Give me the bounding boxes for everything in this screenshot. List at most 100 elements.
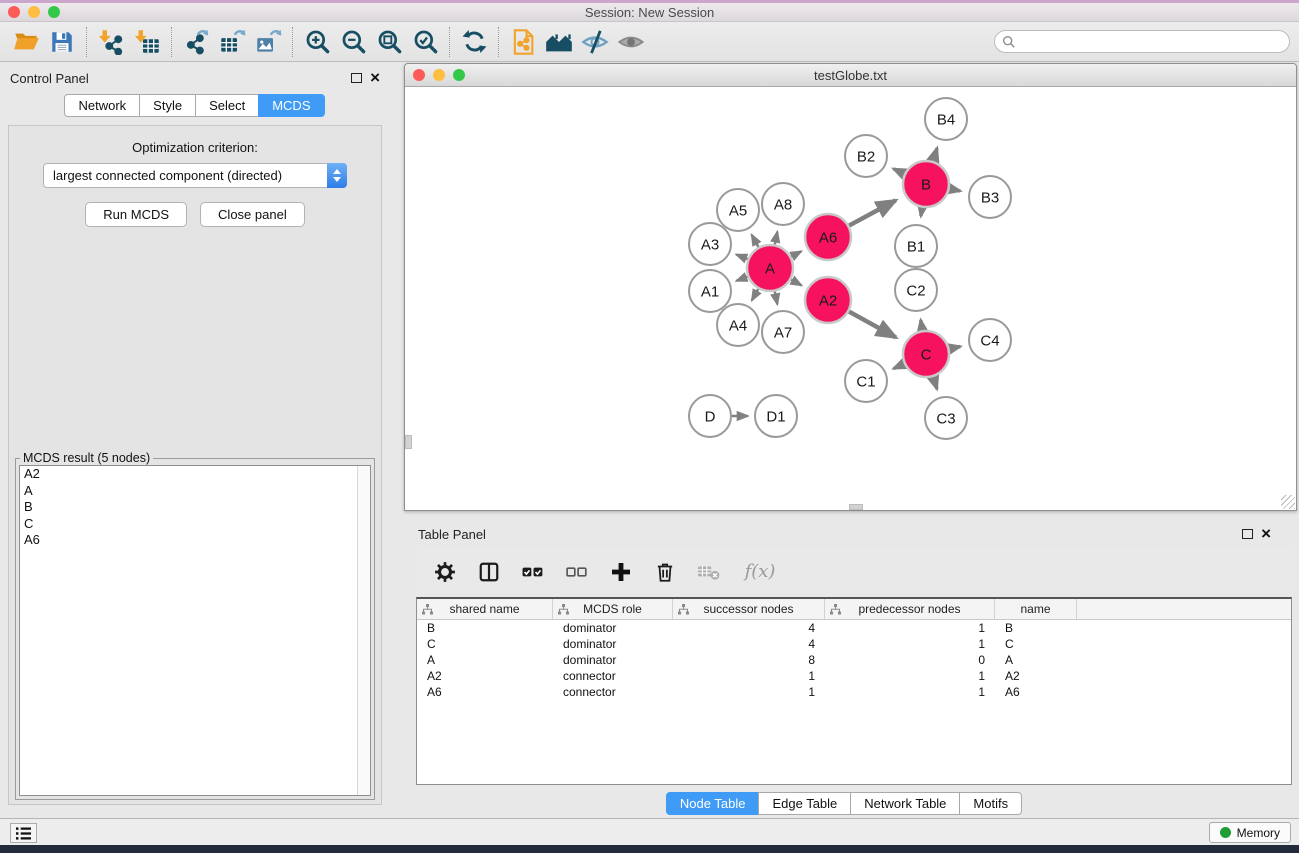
network-edge-A-A3[interactable]: [736, 254, 747, 259]
network-edge-B-B2[interactable]: [894, 169, 905, 174]
run-mcds-button[interactable]: Run MCDS: [85, 202, 187, 227]
tab-style[interactable]: Style: [139, 94, 196, 117]
task-history-button[interactable]: [10, 823, 37, 843]
tab-network-table[interactable]: Network Table: [850, 792, 960, 815]
mcds-result-item[interactable]: C: [20, 516, 370, 533]
mcds-result-item[interactable]: A6: [20, 532, 370, 549]
optimization-criterion-label: Optimization criterion:: [9, 140, 381, 155]
node-label-A6: A6: [819, 230, 837, 247]
delete-table-button[interactable]: [694, 557, 724, 587]
table-row[interactable]: A2connector11A2: [417, 668, 1291, 684]
network-window-titlebar[interactable]: testGlobe.txt: [405, 64, 1296, 87]
node-label-A1: A1: [701, 284, 719, 301]
refresh-button[interactable]: [456, 25, 492, 59]
show-hide-button[interactable]: [613, 25, 649, 59]
open-file-button[interactable]: [8, 25, 44, 59]
unselect-all-button[interactable]: [562, 557, 592, 587]
float-table-panel-icon[interactable]: [1242, 529, 1253, 539]
export-network-button[interactable]: [178, 25, 214, 59]
network-edge-B-B4[interactable]: [933, 148, 937, 161]
import-network-button[interactable]: [93, 25, 129, 59]
network-edge-A-A7[interactable]: [775, 292, 778, 305]
tab-motifs[interactable]: Motifs: [959, 792, 1022, 815]
column-header-predecessor-nodes[interactable]: predecessor nodes: [825, 599, 995, 619]
import-table-button[interactable]: [129, 25, 165, 59]
resize-grip-icon[interactable]: [1281, 495, 1295, 509]
export-image-button[interactable]: [250, 25, 286, 59]
search-icon: [1002, 35, 1016, 49]
network-canvas[interactable]: B4B2BB3A8A5A6A3B1AA1C2A2A4A7C4CC1C3DD1: [405, 87, 1296, 510]
node-label-C2: C2: [906, 283, 925, 300]
select-all-button[interactable]: [518, 557, 548, 587]
network-edge-C-C1[interactable]: [894, 364, 904, 369]
function-builder-button[interactable]: f(x): [738, 557, 782, 587]
close-table-panel-icon[interactable]: ×: [1261, 529, 1271, 539]
node-label-B1: B1: [907, 239, 925, 256]
mcds-result-item[interactable]: A2: [20, 466, 370, 483]
table-settings-button[interactable]: [430, 557, 460, 587]
table-header-row: shared nameMCDS rolesuccessor nodesprede…: [417, 599, 1291, 620]
zoom-selected-button[interactable]: [407, 25, 443, 59]
horizontal-scroll-indicator[interactable]: [849, 504, 863, 510]
table-cell: 8: [673, 652, 825, 668]
table-row[interactable]: Bdominator41B: [417, 620, 1291, 636]
split-view-button[interactable]: [474, 557, 504, 587]
table-cell: 0: [825, 652, 995, 668]
network-edge-B-B1[interactable]: [921, 208, 922, 216]
import-network-icon: [98, 28, 125, 55]
table-row[interactable]: Adominator80A: [417, 652, 1291, 668]
tab-network[interactable]: Network: [64, 94, 140, 117]
float-panel-icon[interactable]: [351, 73, 362, 83]
scrollbar-track[interactable]: [357, 466, 370, 795]
network-window-title: testGlobe.txt: [405, 68, 1296, 83]
network-edge-C-C2[interactable]: [921, 320, 923, 330]
close-panel-icon[interactable]: ×: [370, 73, 380, 83]
close-panel-button[interactable]: Close panel: [200, 202, 305, 227]
network-edge-C-C3[interactable]: [933, 377, 937, 389]
zoom-in-button[interactable]: [299, 25, 335, 59]
zoom-fit-button[interactable]: [371, 25, 407, 59]
vertical-scroll-indicator[interactable]: [405, 435, 412, 449]
network-edge-A-A6[interactable]: [791, 251, 801, 256]
search-box[interactable]: [994, 30, 1290, 53]
table-row[interactable]: Cdominator41C: [417, 636, 1291, 652]
control-panel-header: Control Panel ×: [0, 62, 390, 94]
column-header-successor-nodes[interactable]: successor nodes: [673, 599, 825, 619]
network-edge-A6-B[interactable]: [849, 200, 896, 225]
table-row[interactable]: A6connector11A6: [417, 684, 1291, 700]
network-edge-B-B3[interactable]: [950, 189, 961, 191]
save-session-button[interactable]: [44, 25, 80, 59]
network-edge-A-A5[interactable]: [752, 235, 759, 247]
column-header-name[interactable]: name: [995, 599, 1077, 619]
node-label-A5: A5: [729, 203, 747, 220]
tab-mcds[interactable]: MCDS: [258, 94, 324, 117]
mcds-result-item[interactable]: A: [20, 483, 370, 500]
zoom-out-button[interactable]: [335, 25, 371, 59]
export-table-button[interactable]: [214, 25, 250, 59]
add-column-button[interactable]: [606, 557, 636, 587]
memory-button[interactable]: Memory: [1209, 822, 1291, 843]
tab-edge-table[interactable]: Edge Table: [758, 792, 851, 815]
network-edge-A-A2[interactable]: [791, 280, 801, 286]
export-image-icon: [255, 28, 282, 55]
first-neighbors-button[interactable]: [541, 25, 577, 59]
column-header-shared-name[interactable]: shared name: [417, 599, 553, 619]
network-edge-A-A8[interactable]: [775, 232, 778, 245]
criterion-dropdown[interactable]: largest connected component (directed): [43, 163, 347, 188]
table-cell: A2: [417, 668, 553, 684]
search-input[interactable]: [1020, 35, 1289, 49]
network-edge-A-A4[interactable]: [752, 289, 758, 300]
network-edge-A2-C[interactable]: [849, 312, 896, 338]
network-edge-A-A1[interactable]: [736, 277, 747, 281]
mcds-result-list[interactable]: A2ABCA6: [19, 465, 371, 796]
table-cell: 1: [673, 668, 825, 684]
network-edge-C-C4[interactable]: [949, 346, 960, 348]
column-header-MCDS-role[interactable]: MCDS role: [553, 599, 673, 619]
new-network-from-selection-button[interactable]: [505, 25, 541, 59]
tab-node-table[interactable]: Node Table: [666, 792, 760, 815]
open-folder-icon: [13, 28, 40, 55]
tab-select[interactable]: Select: [195, 94, 259, 117]
toggle-graphics-details-button[interactable]: [577, 25, 613, 59]
delete-column-button[interactable]: [650, 557, 680, 587]
mcds-result-item[interactable]: B: [20, 499, 370, 516]
